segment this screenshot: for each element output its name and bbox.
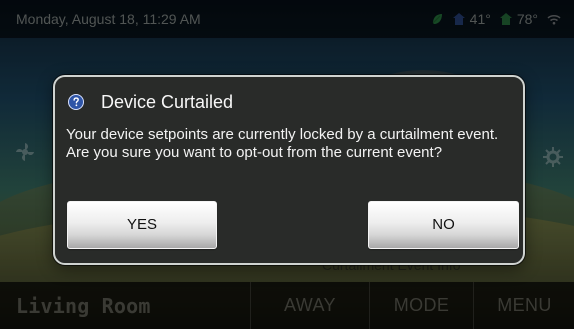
dialog-title: Device Curtailed [101, 92, 234, 112]
info-icon [68, 94, 84, 110]
dialog-header: Device Curtailed [68, 90, 233, 114]
no-button[interactable]: NO [368, 201, 519, 249]
thermostat-screen: Monday, August 18, 11:29 AM 41° 78° Curt… [0, 0, 574, 329]
yes-button[interactable]: YES [67, 201, 217, 249]
dialog-message: Your device setpoints are currently lock… [66, 126, 499, 161]
device-curtailed-dialog: Device Curtailed Your device setpoints a… [53, 75, 525, 265]
